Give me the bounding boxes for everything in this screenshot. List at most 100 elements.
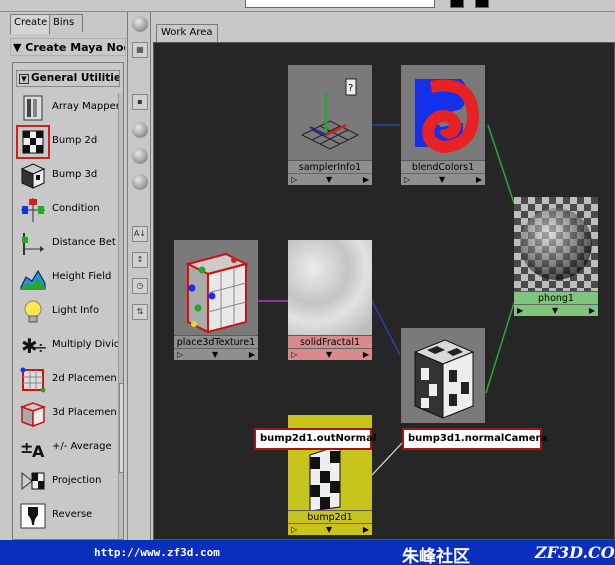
svg-text:?: ? xyxy=(348,83,353,94)
node-list-item-label: Bump 2d xyxy=(52,135,98,146)
node-solid-fractal[interactable]: solidFractal1 ▷ ▼ ▶ xyxy=(288,240,372,360)
node-list-item[interactable]: Distance Bet xyxy=(16,227,116,261)
bump3d-swatch xyxy=(401,328,485,423)
svg-text:÷: ÷ xyxy=(34,338,47,357)
bump3d-cube-icon xyxy=(413,339,475,419)
top-text-field[interactable] xyxy=(245,0,435,8)
footer-brand-en: ZF3D.COM xyxy=(535,543,615,562)
connection-bump2d-bump3d xyxy=(371,440,405,476)
tab-work-area[interactable]: Work Area xyxy=(156,24,218,42)
sort-by-time-icon[interactable]: ◷ xyxy=(132,278,148,294)
node-list-item[interactable]: Bump 2d xyxy=(16,125,106,159)
connection-blend-phong xyxy=(487,124,515,204)
array-mapper-icon xyxy=(18,93,48,123)
node-list-item-label: +/- Average xyxy=(52,441,112,452)
grid-view-icon[interactable]: ▦ xyxy=(132,42,148,58)
footer-brand-cn: 朱峰社区 xyxy=(402,547,470,565)
node-list: ▼ General Utilities Array Mapper Bump 2d Bu… xyxy=(12,62,124,540)
sort-by-type-icon[interactable]: ↕ xyxy=(132,252,148,268)
node-name: place3dTexture1 xyxy=(174,335,258,348)
reverse-sort-icon[interactable]: ⇅ xyxy=(132,304,148,320)
create-maya-nodes-header[interactable]: ▼ Create Maya Nodes xyxy=(10,38,126,56)
collapse-triangle-icon: ▼ xyxy=(19,74,29,84)
node-name: phong1 xyxy=(514,291,598,304)
place3d-texture-swatch xyxy=(174,240,258,335)
connection-label-normal-camera: bump3d1.normalCamera xyxy=(402,428,547,450)
node-ports[interactable]: ▷ ▼ ▶ xyxy=(401,173,485,185)
node-ports[interactable]: ▶ ▼ ▶ xyxy=(514,304,598,316)
node-name: blendColors1 xyxy=(401,160,485,173)
node-ports[interactable]: ▷ ▼ ▶ xyxy=(288,523,372,535)
node-place3d-texture[interactable]: place3dTexture1 ▷ ▼ ▶ xyxy=(174,240,258,360)
node-list-item[interactable]: 3d Placemen xyxy=(16,397,117,431)
node-ports[interactable]: ▷ ▼ ▶ xyxy=(174,348,258,360)
node-list-item-label: Reverse xyxy=(52,509,93,520)
tab-create[interactable]: Create xyxy=(10,14,50,34)
connection-label-out-normal: bump2d1.outNormal xyxy=(254,428,376,450)
sampler-info-swatch: ? xyxy=(288,65,372,160)
hypershade-tool-strip: ▦ ▪ A↓ ↕ ◷ ⇅ xyxy=(129,12,151,540)
sphere-small-icon[interactable] xyxy=(132,122,148,138)
create-panel: Create Bins ▼ Create Maya Nodes ▼General… xyxy=(0,12,128,540)
node-list-item-label: 3d Placemen xyxy=(52,407,117,418)
watermark-banner: http://www.zf3d.com 朱峰社区 ZF3D.COM xyxy=(0,540,615,565)
collapse-triangle-icon: ▼ xyxy=(13,41,26,54)
place3d-icon xyxy=(18,399,48,429)
condition-icon xyxy=(18,195,48,225)
solid-fractal-swatch xyxy=(288,240,372,335)
node-list-item-label: 2d Placemen xyxy=(52,373,117,384)
sort-by-name-icon[interactable]: A↓ xyxy=(132,226,148,242)
node-bump3d[interactable] xyxy=(401,328,485,423)
bump3d-icon xyxy=(18,161,48,191)
node-name: samplerInfo1 xyxy=(288,160,372,173)
graph-button-icon[interactable] xyxy=(132,16,148,32)
node-phong[interactable]: phong1 ▶ ▼ ▶ xyxy=(514,197,598,316)
node-list-item[interactable]: Light Info xyxy=(16,295,106,329)
small-icon-view-icon[interactable]: ▪ xyxy=(132,94,148,110)
sphere-large-icon[interactable] xyxy=(132,174,148,190)
height-field-icon xyxy=(18,263,48,293)
general-utilities-header[interactable]: ▼ General Utilities xyxy=(16,70,120,87)
sphere-medium-icon[interactable] xyxy=(132,148,148,164)
light-info-icon xyxy=(18,297,48,327)
bump2d-icon xyxy=(16,125,50,159)
create-header-label: Create Maya Nodes xyxy=(25,41,125,54)
tab-bins[interactable]: Bins xyxy=(49,14,83,32)
projection-icon xyxy=(18,467,48,497)
node-list-item-label: Distance Bet xyxy=(52,237,116,248)
place3d-cube-icon xyxy=(185,252,249,334)
node-list-item[interactable]: Height Field xyxy=(16,261,111,295)
node-name: bump2d1 xyxy=(288,510,372,523)
plus-minus-average-icon: ± A xyxy=(18,433,48,463)
scrollbar-thumb[interactable] xyxy=(119,383,123,473)
node-list-scrollbar[interactable] xyxy=(118,93,123,539)
node-list-item[interactable]: Reverse xyxy=(16,499,106,533)
top-toolbar xyxy=(0,0,615,12)
node-list-item[interactable]: ✱ ÷ Multiply Divid xyxy=(16,329,120,363)
node-blend-colors[interactable]: blendColors1 ▷ ▼ ▶ xyxy=(401,65,485,185)
node-list-item[interactable]: Projection xyxy=(16,465,106,499)
node-list-item-label: Light Info xyxy=(52,305,100,316)
node-ports[interactable]: ▷ ▼ ▶ xyxy=(288,348,372,360)
node-list-item[interactable]: 2d Placemen xyxy=(16,363,117,397)
footer-url: http://www.zf3d.com xyxy=(94,546,220,559)
reverse-icon xyxy=(18,501,48,531)
blend-colors-swatch xyxy=(401,65,485,160)
node-list-item-label: Projection xyxy=(52,475,102,486)
multiply-divide-icon: ✱ ÷ xyxy=(18,331,48,361)
connection-fractal-bump3d xyxy=(371,300,401,356)
node-list-item-label: Multiply Divid xyxy=(52,339,121,350)
node-list-item-label: Height Field xyxy=(52,271,112,282)
node-list-item[interactable]: ± A +/- Average xyxy=(16,431,112,465)
node-list-item-label: Condition xyxy=(52,203,100,214)
node-ports[interactable]: ▷ ▼ ▶ xyxy=(288,173,372,185)
color-swatch-black[interactable] xyxy=(450,0,464,8)
node-sampler-info[interactable]: ? samplerInfo1 ▷ ▼ ▶ xyxy=(288,65,372,185)
color-swatch-black-2[interactable] xyxy=(475,0,489,8)
svg-text:A: A xyxy=(32,442,45,461)
node-list-item[interactable]: Bump 3d xyxy=(16,159,106,193)
node-list-item[interactable]: Array Mapper xyxy=(16,91,120,125)
work-area-graph[interactable]: ? samplerInfo1 ▷▼▶ blendColors1 ▷▼▶ xyxy=(153,42,615,540)
node-list-item[interactable]: Condition xyxy=(16,193,106,227)
blend-colors-icon xyxy=(415,79,480,154)
